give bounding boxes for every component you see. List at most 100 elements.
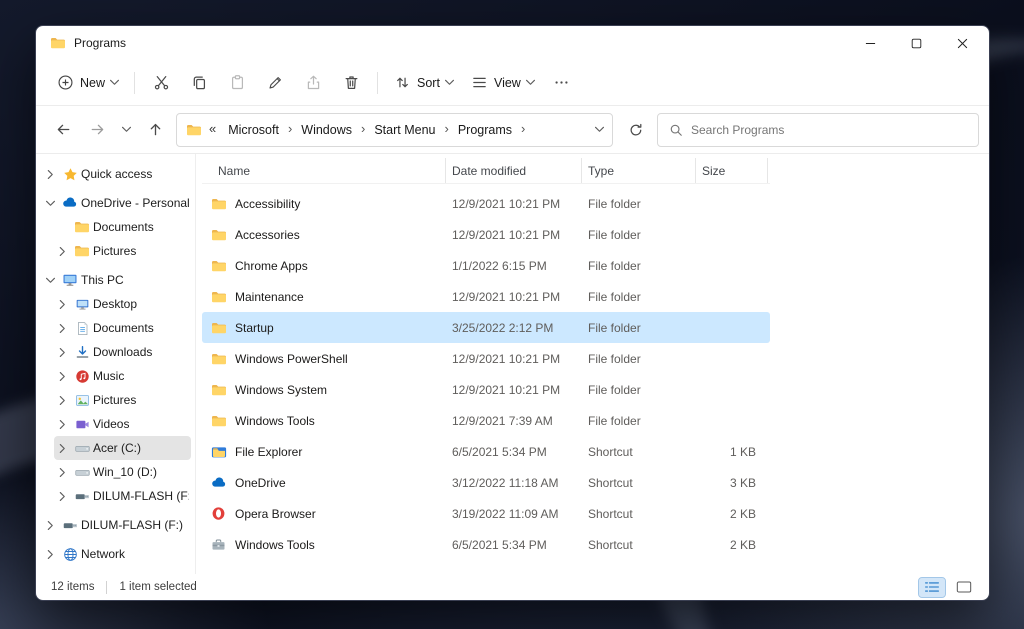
delete-button[interactable] — [332, 66, 370, 100]
breadcrumb-separator[interactable]: › — [440, 121, 452, 138]
breadcrumb-item-windows[interactable]: Windows — [296, 119, 357, 141]
file-row-accessories[interactable]: Accessories12/9/2021 10:21 PMFile folder — [202, 219, 770, 250]
breadcrumb-item-microsoft[interactable]: Microsoft — [223, 119, 284, 141]
file-date-modified: 12/9/2021 10:21 PM — [446, 197, 582, 211]
sidebar-item-label: Downloads — [93, 345, 152, 359]
column-header-name[interactable]: Name — [202, 158, 446, 183]
forward-button[interactable] — [80, 113, 114, 147]
sort-button[interactable]: Sort — [385, 66, 462, 100]
chevron-right-icon[interactable] — [54, 443, 71, 454]
share-button[interactable] — [294, 66, 332, 100]
sidebar-item-pictures[interactable]: Pictures — [54, 239, 191, 263]
details-view-button[interactable] — [919, 578, 945, 597]
title-bar[interactable]: Programs — [36, 26, 989, 60]
chevron-right-icon[interactable] — [54, 395, 71, 406]
chevron-right-icon[interactable] — [54, 246, 71, 257]
breadcrumb-item-start-menu[interactable]: Start Menu — [369, 119, 440, 141]
star-icon — [59, 167, 81, 182]
sidebar-item-documents[interactable]: Documents — [54, 215, 191, 239]
refresh-button[interactable] — [619, 113, 653, 147]
sidebar-item-win-10-d[interactable]: Win_10 (D:) — [54, 460, 191, 484]
file-name: Windows Tools — [235, 538, 315, 552]
more-ellipsis-icon — [553, 74, 570, 91]
close-button[interactable] — [943, 26, 989, 60]
file-row-windows-system[interactable]: Windows System12/9/2021 10:21 PMFile fol… — [202, 374, 770, 405]
file-row-onedrive[interactable]: OneDrive3/12/2022 11:18 AMShortcut3 KB — [202, 467, 770, 498]
sidebar-item-documents[interactable]: Documents — [54, 316, 191, 340]
breadcrumb-item-programs[interactable]: Programs — [453, 119, 517, 141]
sidebar-item-onedrive-personal[interactable]: OneDrive - Personal — [42, 191, 191, 215]
copy-button[interactable] — [180, 66, 218, 100]
chevron-right-icon[interactable] — [54, 419, 71, 430]
breadcrumb-separator[interactable]: › — [357, 121, 369, 138]
file-row-opera-browser[interactable]: Opera Browser3/19/2022 11:09 AMShortcut2… — [202, 498, 770, 529]
chevron-right-icon[interactable] — [54, 491, 71, 502]
more-options-button[interactable] — [543, 66, 581, 100]
column-header-size[interactable]: Size — [696, 158, 768, 183]
status-bar: 12 items 1 item selected — [36, 574, 989, 600]
column-header-type[interactable]: Type — [582, 158, 696, 183]
sidebar-item-downloads[interactable]: Downloads — [54, 340, 191, 364]
sidebar-item-desktop[interactable]: Desktop — [54, 292, 191, 316]
search-input[interactable] — [691, 123, 967, 137]
close-icon — [957, 38, 968, 49]
chevron-down-icon[interactable] — [42, 275, 59, 286]
file-name: Accessibility — [235, 197, 300, 211]
column-header-date-modified[interactable]: Date modified — [446, 158, 582, 183]
sidebar-item-network[interactable]: Network — [42, 542, 191, 566]
breadcrumb-separator[interactable]: › — [517, 121, 529, 138]
breadcrumb: Microsoft›Windows›Start Menu›Programs› — [223, 119, 529, 141]
minimize-button[interactable] — [851, 26, 897, 60]
breadcrumb-separator[interactable]: › — [284, 121, 296, 138]
sidebar-item-dilum-flash-f[interactable]: DILUM-FLASH (F:) — [42, 513, 191, 537]
chevron-right-icon[interactable] — [42, 520, 59, 531]
folder-icon — [186, 122, 202, 138]
chevron-right-icon[interactable] — [42, 549, 59, 560]
sidebar-item-quick-access[interactable]: Quick access — [42, 162, 191, 186]
file-date-modified: 12/9/2021 10:21 PM — [446, 228, 582, 242]
file-row-windows-powershell[interactable]: Windows PowerShell12/9/2021 10:21 PMFile… — [202, 343, 770, 374]
recent-locations-button[interactable] — [114, 113, 138, 147]
sidebar-item-pictures[interactable]: Pictures — [54, 388, 191, 412]
maximize-button[interactable] — [897, 26, 943, 60]
address-dropdown-chevron-icon[interactable] — [596, 124, 603, 135]
chevron-down-icon[interactable] — [42, 198, 59, 209]
back-button[interactable] — [46, 113, 80, 147]
rename-button[interactable] — [256, 66, 294, 100]
view-button[interactable]: View — [462, 66, 543, 100]
file-row-chrome-apps[interactable]: Chrome Apps1/1/2022 6:15 PMFile folder — [202, 250, 770, 281]
cut-button[interactable] — [142, 66, 180, 100]
paste-button[interactable] — [218, 66, 256, 100]
network-icon — [59, 547, 81, 562]
sort-button-label: Sort — [417, 76, 440, 90]
chevron-right-icon[interactable] — [54, 323, 71, 334]
sidebar-item-music[interactable]: Music — [54, 364, 191, 388]
thumbnails-view-button[interactable] — [951, 578, 977, 597]
opera-icon — [210, 506, 227, 521]
chevron-right-icon[interactable] — [54, 299, 71, 310]
file-row-maintenance[interactable]: Maintenance12/9/2021 10:21 PMFile folder — [202, 281, 770, 312]
file-row-windows-tools[interactable]: Windows Tools6/5/2021 5:34 PMShortcut2 K… — [202, 529, 770, 560]
sidebar-item-this-pc[interactable]: This PC — [42, 268, 191, 292]
chevron-right-icon[interactable] — [54, 467, 71, 478]
up-button[interactable] — [138, 113, 172, 147]
collapsed-crumbs-button[interactable]: « — [204, 121, 221, 138]
file-row-accessibility[interactable]: Accessibility12/9/2021 10:21 PMFile fold… — [202, 188, 770, 219]
file-row-startup[interactable]: Startup3/25/2022 2:12 PMFile folder — [202, 312, 770, 343]
address-bar[interactable]: « Microsoft›Windows›Start Menu›Programs› — [176, 113, 613, 147]
chevron-right-icon[interactable] — [54, 347, 71, 358]
new-button[interactable]: New — [48, 66, 127, 100]
window-title: Programs — [74, 36, 126, 50]
chevron-right-icon[interactable] — [42, 169, 59, 180]
sidebar-item-videos[interactable]: Videos — [54, 412, 191, 436]
toolbar-divider — [134, 72, 135, 94]
file-row-windows-tools[interactable]: Windows Tools12/9/2021 7:39 AMFile folde… — [202, 405, 770, 436]
sidebar-item-label: This PC — [81, 273, 124, 287]
sidebar-item-dilum-flash-f[interactable]: DILUM-FLASH (F:) — [54, 484, 191, 508]
file-date-modified: 3/25/2022 2:12 PM — [446, 321, 582, 335]
chevron-right-icon[interactable] — [54, 371, 71, 382]
file-name-cell: File Explorer — [202, 444, 446, 460]
file-row-file-explorer[interactable]: File Explorer6/5/2021 5:34 PMShortcut1 K… — [202, 436, 770, 467]
sidebar-item-label: DILUM-FLASH (F:) — [93, 489, 189, 503]
sidebar-item-acer-c[interactable]: Acer (C:) — [54, 436, 191, 460]
